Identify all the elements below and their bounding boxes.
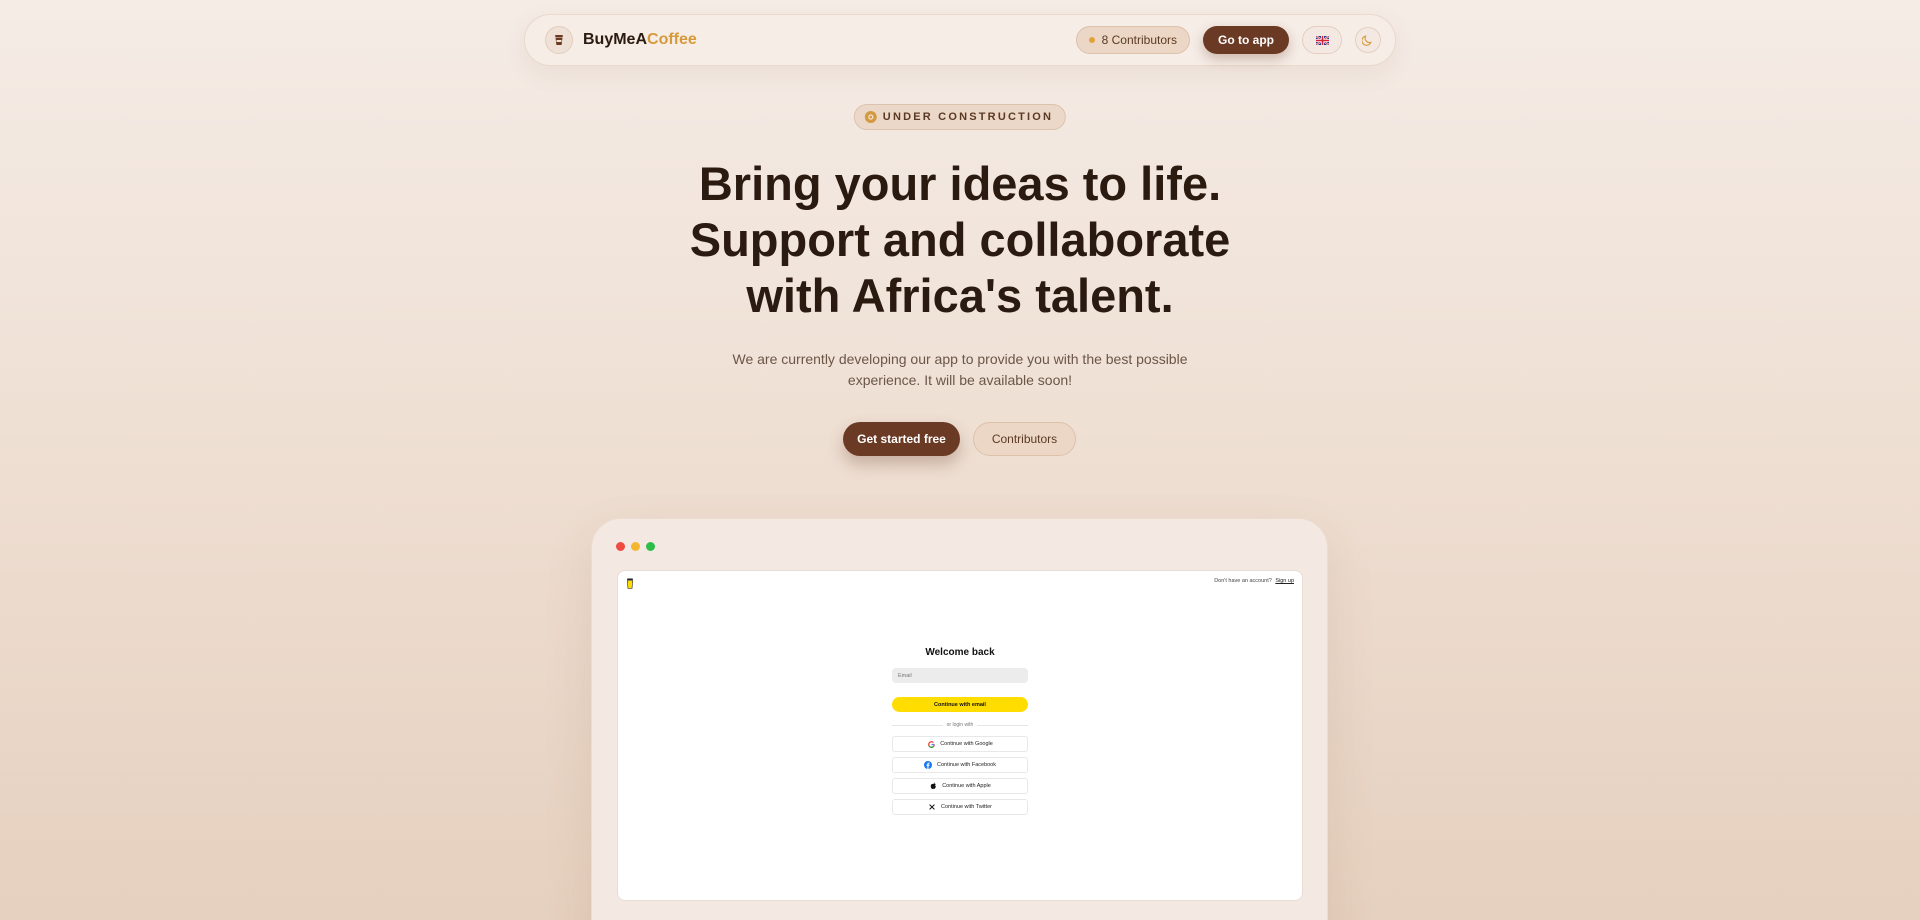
continue-email-button[interactable]: Continue with email bbox=[892, 697, 1028, 712]
brand-name-accent: Coffee bbox=[647, 31, 697, 48]
x-icon bbox=[928, 803, 936, 811]
get-started-button[interactable]: Get started free bbox=[843, 422, 960, 456]
login-divider: or login with bbox=[892, 720, 1028, 730]
window-controls bbox=[616, 542, 655, 551]
maximize-dot-icon bbox=[646, 542, 655, 551]
language-switcher-button[interactable] bbox=[1302, 26, 1342, 54]
theme-toggle-button[interactable] bbox=[1355, 27, 1381, 53]
email-input[interactable] bbox=[892, 668, 1028, 683]
go-to-app-button[interactable]: Go to app bbox=[1203, 26, 1289, 54]
top-navbar: BuyMeACoffee 8 Contributors Go to app bbox=[524, 14, 1396, 66]
divider-line bbox=[977, 724, 1028, 726]
facebook-login-button[interactable]: Continue with Facebook bbox=[892, 757, 1028, 773]
contributors-count-label: 8 Contributors bbox=[1101, 33, 1177, 47]
login-title: Welcome back bbox=[925, 647, 995, 658]
close-dot-icon bbox=[616, 542, 625, 551]
headline-line: Bring your ideas to life. bbox=[698, 157, 1222, 210]
hero-subtext: We are currently developing our app to p… bbox=[0, 349, 1920, 391]
moon-icon bbox=[1362, 35, 1372, 46]
hero-headline: Bring your ideas to life. Support and co… bbox=[0, 156, 1920, 324]
social-button-label: Continue with Facebook bbox=[936, 762, 996, 768]
apple-login-button[interactable]: Continue with Apple bbox=[892, 778, 1028, 794]
headline-line: Support and collaborate bbox=[689, 213, 1231, 266]
status-dot bbox=[1088, 37, 1095, 43]
badge-label: UNDER CONSTRUCTION bbox=[882, 111, 1054, 123]
contributors-count-pill[interactable]: 8 Contributors bbox=[1075, 26, 1190, 54]
subtext-line: experience. It will be available soon! bbox=[847, 372, 1073, 388]
signup-prompt-text: Don't have an account? bbox=[1214, 578, 1272, 584]
app-preview-window: Don't have an account? Sign up Welcome b… bbox=[591, 518, 1328, 920]
brand-name[interactable]: BuyMeACoffee bbox=[583, 31, 697, 49]
google-icon bbox=[927, 740, 935, 748]
github-icon bbox=[864, 111, 877, 123]
preview-screen: Don't have an account? Sign up Welcome b… bbox=[617, 570, 1303, 901]
under-construction-badge: UNDER CONSTRUCTION bbox=[853, 104, 1067, 130]
social-button-label: Continue with Google bbox=[940, 741, 993, 747]
signup-prompt: Don't have an account? Sign up bbox=[1214, 578, 1294, 584]
twitter-login-button[interactable]: Continue with Twitter bbox=[892, 799, 1028, 815]
subtext-line: We are currently developing our app to p… bbox=[732, 351, 1188, 367]
facebook-icon bbox=[923, 761, 932, 769]
divider-text: or login with bbox=[946, 722, 974, 728]
signup-link[interactable]: Sign up bbox=[1275, 578, 1294, 584]
login-form: Welcome back Continue with email or logi… bbox=[892, 647, 1028, 815]
uk-flag-icon bbox=[1315, 35, 1329, 45]
divider-line bbox=[892, 724, 943, 726]
contributors-button[interactable]: Contributors bbox=[973, 422, 1076, 456]
minimize-dot-icon bbox=[631, 542, 640, 551]
brand-name-main: BuyMeA bbox=[583, 31, 648, 48]
apple-icon bbox=[929, 782, 937, 790]
google-login-button[interactable]: Continue with Google bbox=[892, 736, 1028, 752]
social-button-label: Continue with Apple bbox=[942, 783, 991, 789]
social-button-label: Continue with Twitter bbox=[941, 804, 992, 810]
mini-coffee-logo-icon bbox=[626, 576, 634, 594]
coffee-cup-logo-icon[interactable] bbox=[545, 26, 573, 54]
headline-line: with Africa's talent. bbox=[746, 269, 1174, 322]
